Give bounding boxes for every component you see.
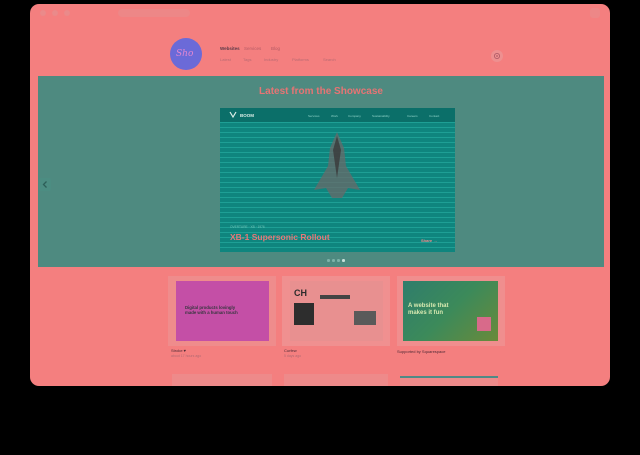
subnav-tags[interactable]: Tags — [243, 57, 251, 62]
showcase-card-squarespace[interactable]: A website that makes it fun — [397, 276, 505, 346]
slide-menu-item: Services — [308, 114, 320, 118]
subnav-latest[interactable]: Latest — [220, 57, 231, 62]
nav-services[interactable]: Services — [244, 46, 261, 51]
slide-header: BOOM Services Work Company Sustainabilit… — [220, 108, 455, 122]
card-timestamp: about 17 hours ago — [171, 354, 202, 358]
card-thumbnail-line — [320, 295, 350, 299]
showcase-card-stroke[interactable]: Digital products lovingly made with a hu… — [168, 276, 276, 346]
subnav-search[interactable]: Search — [323, 57, 336, 62]
card-thumbnail: A website that makes it fun — [403, 281, 498, 341]
card-thumbnail-text: A website that makes it fun — [408, 303, 449, 316]
slide-menu-item: Sustainability — [372, 114, 390, 118]
maximize-window-icon[interactable] — [64, 10, 70, 16]
slide-cta-button[interactable]: Share → — [421, 238, 437, 243]
card-thumbnail-block — [294, 303, 314, 325]
subnav-platforms[interactable]: Platforms — [292, 57, 309, 62]
carousel-dot[interactable] — [327, 259, 330, 262]
chevron-left-icon — [42, 181, 47, 188]
browser-window: Sho Websites Services Blog Latest Tags I… — [30, 4, 610, 386]
browser-titlebar — [30, 4, 610, 22]
boom-logo-icon — [229, 111, 237, 119]
carousel-prev-button[interactable] — [39, 178, 51, 191]
logo-text: Sho — [176, 49, 194, 59]
subnav-industry[interactable]: Industry — [264, 57, 278, 62]
site-logo[interactable]: Sho — [170, 38, 202, 70]
slide-menu-item: Contact — [429, 114, 440, 118]
featured-slide[interactable]: BOOM Services Work Company Sustainabilit… — [220, 108, 455, 252]
slide-brand: BOOM — [240, 113, 254, 118]
showcase-title: Latest from the Showcase — [259, 86, 383, 97]
card-thumbnail-block — [354, 311, 376, 325]
address-bar[interactable] — [118, 9, 190, 17]
card-title[interactable]: Curfew — [284, 348, 297, 353]
carousel-dot-active[interactable] — [342, 259, 345, 262]
nav-blog[interactable]: Blog — [271, 46, 280, 51]
close-window-icon[interactable] — [40, 10, 46, 16]
carousel-dot[interactable] — [337, 259, 340, 262]
card-thumbnail: CH — [290, 281, 383, 341]
browser-menu-icon[interactable] — [590, 8, 600, 18]
card-title[interactable]: Stroke ♥ — [171, 348, 186, 353]
settings-button[interactable] — [491, 50, 503, 62]
gear-icon — [493, 52, 501, 60]
showcase-section: Latest from the Showcase BOOM Services W… — [38, 76, 604, 267]
aircraft-image — [314, 132, 360, 198]
card-thumbnail: Digital products lovingly made with a hu… — [176, 281, 269, 341]
card-timestamp: 5 days ago — [284, 354, 302, 358]
carousel-dot[interactable] — [332, 259, 335, 262]
nav-websites[interactable]: Websites — [220, 46, 240, 51]
slide-tag: OVERTURE · XB · 1976 — [230, 225, 265, 229]
card-thumbnail-block — [477, 317, 491, 331]
minimize-window-icon[interactable] — [52, 10, 58, 16]
showcase-card-curfew[interactable]: CH — [282, 276, 390, 346]
slide-headline: XB-1 Supersonic Rollout — [230, 232, 330, 242]
slide-menu-item: Careers — [407, 114, 418, 118]
card-thumbnail-text: CH — [294, 288, 307, 298]
slide-menu-item: Work — [331, 114, 338, 118]
showcase-card-peek[interactable] — [172, 374, 272, 386]
showcase-card-peek[interactable] — [284, 374, 388, 386]
showcase-card-peek[interactable] — [400, 376, 498, 386]
card-title[interactable]: Supported by Squarespace — [397, 349, 445, 354]
card-thumbnail-text: Digital products lovingly made with a hu… — [185, 305, 238, 316]
slide-menu-item: Company — [348, 114, 361, 118]
